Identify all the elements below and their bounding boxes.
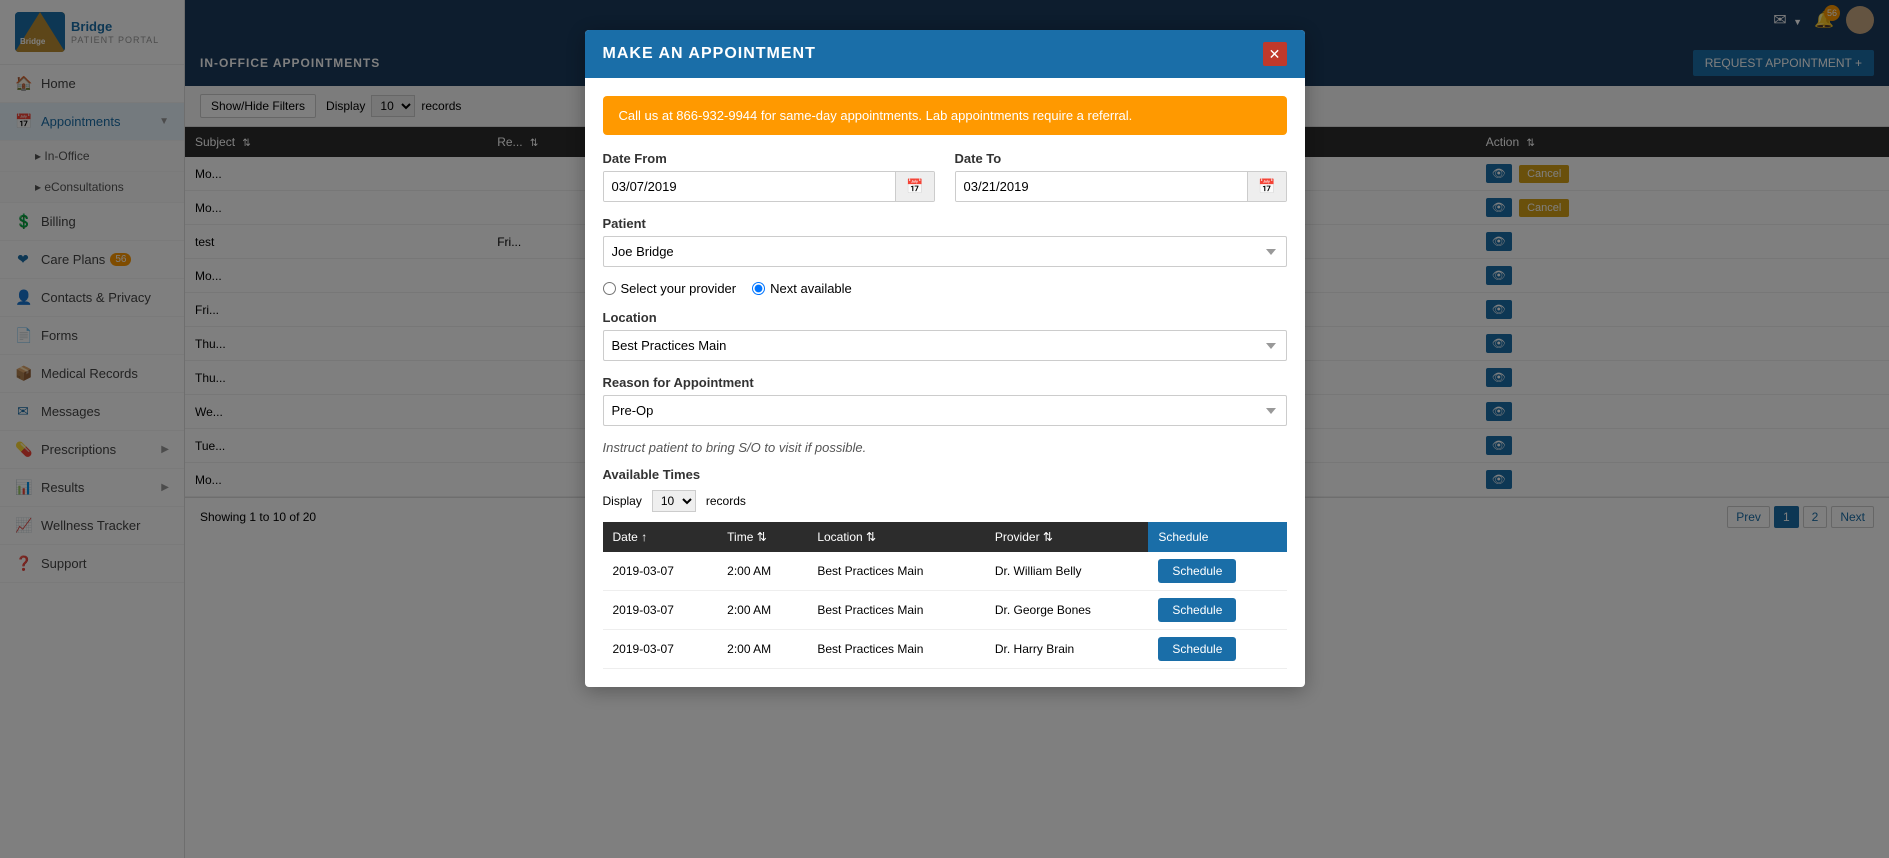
modal-body: Call us at 866-932-9944 for same-day app… <box>585 78 1305 687</box>
date-row: Date From 📅 Date To 📅 <box>603 151 1287 202</box>
display-label: Display <box>603 494 642 508</box>
date-to-input-container: 📅 <box>955 171 1287 202</box>
select-provider-radio[interactable] <box>603 282 616 295</box>
avail-cell-date: 2019-03-07 <box>603 630 718 669</box>
avail-cell-time: 2:00 AM <box>717 630 807 669</box>
avail-cell-date: 2019-03-07 <box>603 591 718 630</box>
avail-col-schedule: Schedule <box>1148 522 1286 552</box>
schedule-button[interactable]: Schedule <box>1158 559 1236 583</box>
avail-cell-date: 2019-03-07 <box>603 552 718 591</box>
date-from-group: Date From 📅 <box>603 151 935 202</box>
patient-group: Patient Joe Bridge <box>603 216 1287 267</box>
sort-icon: ⇅ <box>757 530 767 544</box>
select-provider-label: Select your provider <box>621 281 737 296</box>
avail-cell-provider: Dr. Harry Brain <box>985 630 1148 669</box>
avail-cell-time: 2:00 AM <box>717 552 807 591</box>
avail-cell-provider: Dr. William Belly <box>985 552 1148 591</box>
avail-cell-location: Best Practices Main <box>807 591 985 630</box>
avail-display-select[interactable]: 10 25 <box>652 490 696 512</box>
date-to-input[interactable] <box>956 172 1248 201</box>
location-select[interactable]: Best Practices Main <box>603 330 1287 361</box>
date-from-calendar-button[interactable]: 📅 <box>895 172 933 201</box>
modal-title: MAKE AN APPOINTMENT <box>603 45 816 63</box>
date-to-calendar-button[interactable]: 📅 <box>1247 172 1285 201</box>
avail-cell-schedule: Schedule <box>1148 591 1286 630</box>
date-from-input-container: 📅 <box>603 171 935 202</box>
avail-table-row: 2019-03-07 2:00 AM Best Practices Main D… <box>603 552 1287 591</box>
reason-group: Reason for Appointment Pre-Op <box>603 375 1287 426</box>
make-appointment-modal: MAKE AN APPOINTMENT ✕ Call us at 866-932… <box>585 30 1305 687</box>
avail-cell-schedule: Schedule <box>1148 630 1286 669</box>
modal-header: MAKE AN APPOINTMENT ✕ <box>585 30 1305 78</box>
avail-col-date: Date ↑ <box>603 522 718 552</box>
sort-icon: ⇅ <box>1043 530 1053 544</box>
schedule-button[interactable]: Schedule <box>1158 637 1236 661</box>
avail-col-time: Time ⇅ <box>717 522 807 552</box>
next-available-label: Next available <box>770 281 852 296</box>
date-to-label: Date To <box>955 151 1287 166</box>
available-times-table: Date ↑ Time ⇅ Location ⇅ Provider ⇅ Sche… <box>603 522 1287 669</box>
provider-radio-group: Select your provider Next available <box>603 281 1287 296</box>
records-label: records <box>706 494 746 508</box>
avail-cell-location: Best Practices Main <box>807 552 985 591</box>
avail-table-row: 2019-03-07 2:00 AM Best Practices Main D… <box>603 630 1287 669</box>
modal-close-button[interactable]: ✕ <box>1263 42 1287 66</box>
select-provider-radio-label[interactable]: Select your provider <box>603 281 737 296</box>
alert-banner: Call us at 866-932-9944 for same-day app… <box>603 96 1287 135</box>
reason-select[interactable]: Pre-Op <box>603 395 1287 426</box>
sort-icon: ↑ <box>641 530 647 544</box>
avail-col-provider: Provider ⇅ <box>985 522 1148 552</box>
patient-select[interactable]: Joe Bridge <box>603 236 1287 267</box>
reason-label: Reason for Appointment <box>603 375 1287 390</box>
available-times-label: Available Times <box>603 467 1287 482</box>
avail-cell-time: 2:00 AM <box>717 591 807 630</box>
avail-col-location: Location ⇅ <box>807 522 985 552</box>
schedule-button[interactable]: Schedule <box>1158 598 1236 622</box>
modal-overlay: MAKE AN APPOINTMENT ✕ Call us at 866-932… <box>0 0 1889 858</box>
patient-label: Patient <box>603 216 1287 231</box>
date-to-group: Date To 📅 <box>955 151 1287 202</box>
avail-table-row: 2019-03-07 2:00 AM Best Practices Main D… <box>603 591 1287 630</box>
next-available-radio-label[interactable]: Next available <box>752 281 852 296</box>
avail-cell-location: Best Practices Main <box>807 630 985 669</box>
location-label: Location <box>603 310 1287 325</box>
avail-header: Display 10 25 records <box>603 490 1287 512</box>
next-available-radio[interactable] <box>752 282 765 295</box>
avail-cell-schedule: Schedule <box>1148 552 1286 591</box>
avail-cell-provider: Dr. George Bones <box>985 591 1148 630</box>
instruction-text: Instruct patient to bring S/O to visit i… <box>603 440 1287 455</box>
sort-icon: ⇅ <box>866 530 876 544</box>
location-group: Location Best Practices Main <box>603 310 1287 361</box>
date-from-label: Date From <box>603 151 935 166</box>
date-from-input[interactable] <box>604 172 896 201</box>
